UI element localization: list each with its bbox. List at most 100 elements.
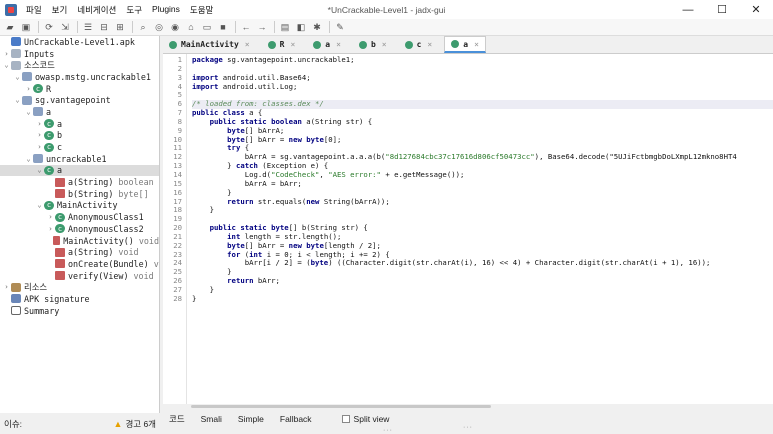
tree-item[interactable]: › c AnonymousClass2 — [0, 223, 159, 235]
menu-item-4[interactable]: Plugins — [147, 4, 185, 16]
tree-item[interactable]: UnCrackable-Level1.apk — [0, 36, 159, 48]
menu-item-3[interactable]: 도구 — [121, 4, 147, 16]
tree-item[interactable]: MainActivity() void — [0, 235, 159, 247]
tree-item[interactable]: verify(View) void — [0, 270, 159, 282]
stop-icon[interactable]: ■ — [216, 21, 230, 34]
tab-label: R — [279, 40, 285, 49]
quark-icon[interactable]: ◧ — [294, 21, 308, 34]
close-icon[interactable]: × — [474, 40, 479, 49]
tree-item[interactable]: › 리소스 — [0, 281, 159, 293]
editor-tab[interactable]: a × — [307, 36, 347, 53]
search-icon[interactable]: ⌕ — [136, 21, 150, 34]
tree-item-label: c — [57, 142, 63, 153]
warnings-indicator[interactable]: ▲ 경고 6개 — [114, 418, 156, 430]
tree-item[interactable]: a(String) void — [0, 246, 159, 258]
find-class-icon[interactable]: ◎ — [152, 21, 166, 34]
tree-item[interactable]: › c c — [0, 141, 159, 153]
project-tree[interactable]: UnCrackable-Level1.apk › Inputs ⌄ 소스코드 ⌄ owasp… — [0, 36, 160, 413]
close-icon[interactable]: × — [245, 40, 250, 49]
chevron-down-icon[interactable]: ⌄ — [2, 61, 11, 69]
chevron-right-icon[interactable]: › — [46, 225, 55, 233]
chevron-right-icon[interactable]: › — [35, 131, 44, 139]
chevron-down-icon[interactable]: ⌄ — [35, 166, 44, 174]
chevron-down-icon[interactable]: ⌄ — [24, 108, 33, 116]
tree-item[interactable]: › Inputs — [0, 48, 159, 60]
tree-item[interactable]: b(String) byte[] — [0, 188, 159, 200]
flatten-icon[interactable]: ☰ — [81, 21, 95, 34]
scrollbar-thumb[interactable] — [191, 405, 491, 408]
editor-tab[interactable]: b × — [353, 36, 393, 53]
menu-item-0[interactable]: 파일 — [21, 4, 47, 16]
tree-item[interactable]: ⌄ c a — [0, 164, 159, 177]
split-view-checkbox[interactable] — [341, 414, 350, 423]
tree-item[interactable]: a(String) boolean — [0, 176, 159, 188]
menu-item-2[interactable]: 네비게이션 — [72, 4, 121, 16]
editor-tab[interactable]: MainActivity × — [163, 36, 256, 53]
collapse-icon[interactable]: ⊟ — [97, 21, 111, 34]
chevron-right-icon[interactable]: › — [35, 143, 44, 151]
chevron-down-icon[interactable]: ⌄ — [24, 155, 33, 163]
chevron-right-icon[interactable]: › — [46, 213, 55, 221]
tab-code[interactable]: 코드 — [169, 413, 185, 425]
close-icon[interactable]: × — [382, 40, 387, 49]
menu-item-1[interactable]: 보기 — [47, 4, 73, 16]
split-view-toggle[interactable]: Split view — [341, 414, 389, 424]
tree-item[interactable]: ⌄ owasp.mstg.uncrackable1 — [0, 71, 159, 83]
chevron-right-icon[interactable]: › — [35, 120, 44, 128]
sync-icon[interactable]: ⟳ — [42, 21, 56, 34]
tree-item[interactable]: › c AnonymousClass1 — [0, 211, 159, 223]
tree-item-label: AnonymousClass1 — [68, 212, 144, 223]
home-icon[interactable]: ⌂ — [184, 21, 198, 34]
editor-tab[interactable]: c × — [399, 36, 439, 53]
panel-splitter[interactable]: ··· — [463, 424, 473, 431]
tree-item[interactable]: ⌄ uncrackable1 — [0, 153, 159, 165]
tree-item[interactable]: ⌄ c MainActivity — [0, 200, 159, 212]
tree-item[interactable]: APK signature — [0, 293, 159, 305]
export-icon[interactable]: ⇲ — [58, 21, 72, 34]
editor-tab[interactable]: R × — [262, 36, 302, 53]
code-editor[interactable]: 1 2 3 4 5 6 7 8 9 10 11 12 13 14 15 16 17 18 19 20 21 22 23 24 2… — [163, 54, 773, 407]
chevron-down-icon[interactable]: ⌄ — [13, 96, 22, 104]
menu-item-5[interactable]: 도움말 — [185, 4, 218, 16]
tree-item[interactable]: › c a — [0, 118, 159, 130]
chevron-down-icon[interactable]: ⌄ — [13, 73, 22, 81]
settings-icon[interactable]: ✎ — [333, 21, 347, 34]
code-line: } — [192, 284, 214, 294]
chevron-down-icon[interactable]: ⌄ — [35, 201, 44, 209]
close-button[interactable]: ✕ — [739, 0, 773, 19]
chevron-right-icon[interactable]: › — [2, 283, 11, 291]
forward-icon[interactable]: → — [255, 21, 269, 34]
tree-item-label: b — [57, 130, 63, 141]
log-icon[interactable]: ▤ — [278, 21, 292, 34]
tree-item[interactable]: › c R — [0, 83, 159, 95]
close-icon[interactable]: × — [427, 40, 432, 49]
tree-item[interactable]: ⌄ sg.vantagepoint — [0, 94, 159, 106]
chevron-right-icon[interactable]: › — [2, 50, 11, 58]
code-area[interactable]: package sg.vantagepoint.uncrackable1; imp… — [192, 54, 773, 407]
tree-item-label: a(String) — [68, 247, 114, 258]
open-icon[interactable]: ▰ — [3, 21, 17, 34]
resize-grip[interactable]: ··· — [383, 427, 393, 434]
tree-item[interactable]: ⌄ a — [0, 106, 159, 118]
tab-smali[interactable]: Smali — [201, 414, 222, 424]
close-icon[interactable]: × — [336, 40, 341, 49]
list-icon[interactable]: ▭ — [200, 21, 214, 34]
tab-simple[interactable]: Simple — [238, 414, 264, 424]
maximize-button[interactable]: ☐ — [705, 0, 739, 19]
close-icon[interactable]: × — [290, 40, 295, 49]
return-type: void — [118, 247, 139, 258]
back-icon[interactable]: ← — [239, 21, 253, 34]
tree-item-label: uncrackable1 — [46, 153, 107, 164]
tree-item[interactable]: onCreate(Bundle) v — [0, 258, 159, 270]
editor-tab[interactable]: a × — [444, 36, 486, 53]
tab-fallback[interactable]: Fallback — [280, 414, 312, 424]
find-usage-icon[interactable]: ◉ — [168, 21, 182, 34]
deobf-icon[interactable]: ✱ — [310, 21, 324, 34]
expand-icon[interactable]: ⊞ — [113, 21, 127, 34]
tree-item[interactable]: ⌄ 소스코드 — [0, 59, 159, 71]
tree-item[interactable]: Summary — [0, 305, 159, 317]
tree-item[interactable]: › c b — [0, 130, 159, 142]
chevron-right-icon[interactable]: › — [24, 85, 33, 93]
minimize-button[interactable]: — — [671, 0, 705, 19]
save-icon[interactable]: ▣ — [19, 21, 33, 34]
